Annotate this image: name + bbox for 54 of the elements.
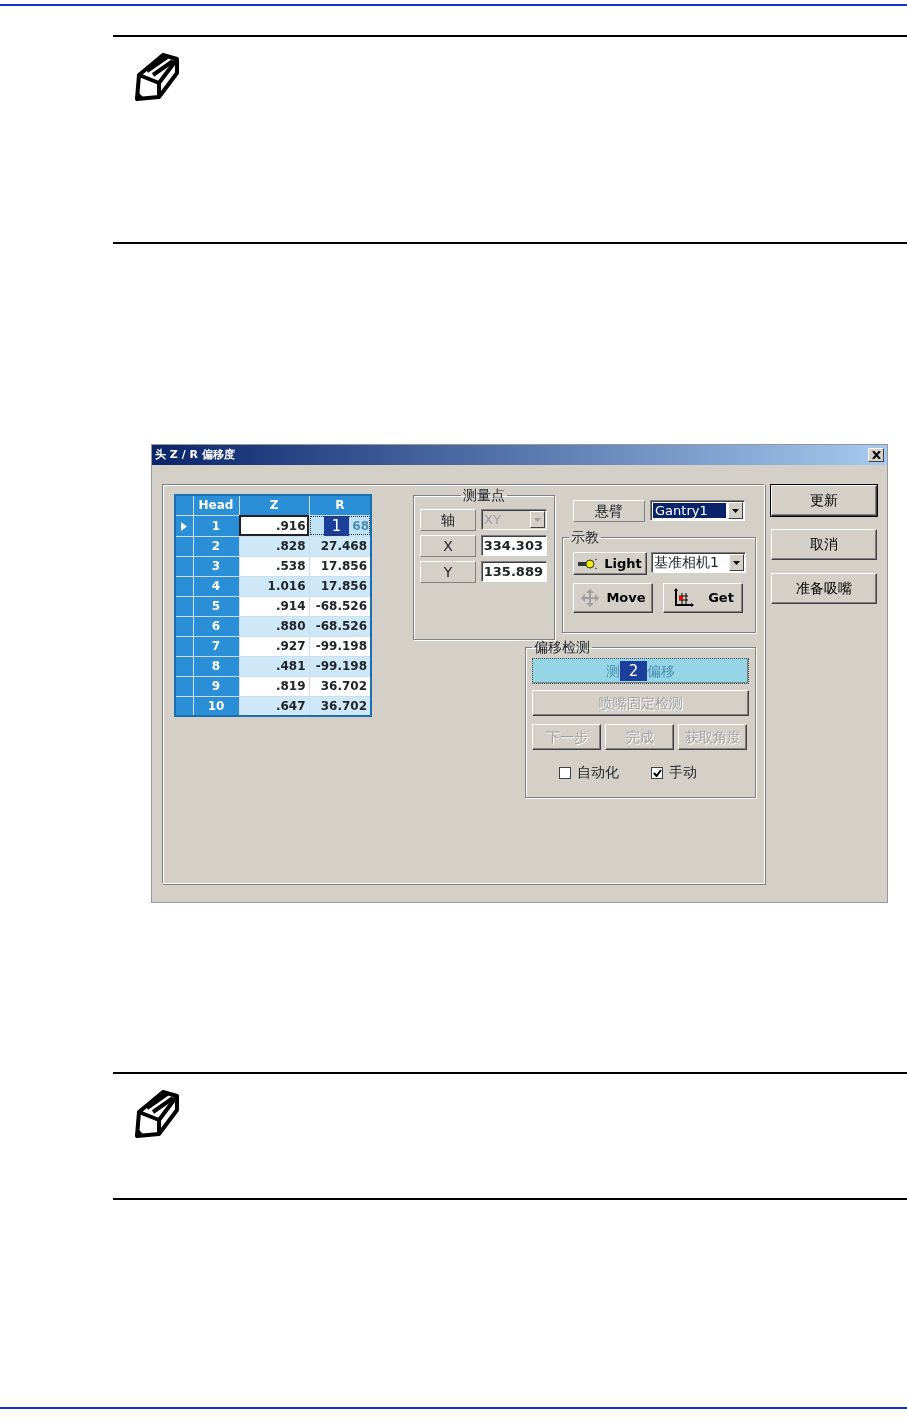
- close-icon: [871, 451, 881, 459]
- dropdown-value: Gantry1: [653, 503, 726, 518]
- callout-badge: 1: [323, 515, 350, 536]
- group-title: 示教: [570, 530, 600, 544]
- row-selector-cell[interactable]: [175, 636, 193, 656]
- dropdown-arrow-icon: [732, 508, 739, 513]
- field-label: X: [420, 535, 476, 557]
- dialog-button[interactable]: 准备吸嘴: [771, 573, 877, 604]
- move-button[interactable]: Move: [573, 583, 653, 613]
- row-selector-cell[interactable]: [175, 515, 193, 536]
- checkbox[interactable]: [651, 766, 663, 779]
- row-selector-cell[interactable]: [175, 676, 193, 696]
- dialog-button[interactable]: 更新: [771, 485, 877, 516]
- column-header: Z: [239, 495, 309, 515]
- pencil-icon: [133, 1090, 179, 1138]
- field-label: 轴: [420, 509, 476, 531]
- light-button[interactable]: Light: [573, 552, 647, 575]
- dialog-button[interactable]: 取消: [771, 529, 877, 560]
- close-button[interactable]: [868, 448, 884, 462]
- pencil-icon: [133, 53, 179, 101]
- row-selector-cell[interactable]: [175, 656, 193, 676]
- gantry-label: 悬臂: [573, 500, 645, 522]
- column-header: Head: [193, 495, 239, 515]
- dropdown-value: 基准相机1: [653, 553, 720, 572]
- row-selector-cell[interactable]: [175, 616, 193, 636]
- column-header: [175, 495, 193, 515]
- gantry-dropdown[interactable]: Gantry1: [650, 500, 745, 521]
- window-title: 头 Z / R 偏移度: [155, 446, 235, 463]
- group-title: 偏移检测: [533, 640, 591, 654]
- field-label: Y: [420, 561, 476, 583]
- table-cell[interactable]: .916: [239, 515, 309, 536]
- row-selector-cell[interactable]: [175, 536, 193, 556]
- row-selector-cell[interactable]: [175, 556, 193, 576]
- dropdown-arrow-icon: [733, 560, 740, 565]
- measure-offset-button[interactable]: 测 2 偏移: [532, 658, 749, 684]
- table-cell-text: 68: [352, 517, 369, 535]
- camera-dropdown[interactable]: 基准相机1: [651, 552, 746, 573]
- group-title: 测量点: [462, 488, 506, 502]
- callout-badge: 2: [619, 661, 648, 681]
- dropdown-arrow-icon: [534, 517, 541, 522]
- column-header: R: [309, 495, 371, 515]
- row-selector-cell[interactable]: [175, 696, 193, 716]
- get-button[interactable]: Get: [663, 583, 743, 613]
- input-field[interactable]: 135.889: [481, 561, 547, 582]
- row-pointer-icon: [181, 521, 188, 531]
- checkbox-label: 手动: [669, 763, 697, 782]
- checkbox[interactable]: [559, 766, 571, 779]
- coordinate-axes-icon: [672, 588, 695, 608]
- light-bulb-icon: [578, 558, 599, 569]
- row-selector-cell[interactable]: [175, 576, 193, 596]
- checkbox-label: 自动化: [577, 763, 619, 782]
- move-arrows-icon: [580, 588, 601, 608]
- input-field[interactable]: 334.303: [481, 535, 547, 556]
- row-selector-cell[interactable]: [175, 596, 193, 616]
